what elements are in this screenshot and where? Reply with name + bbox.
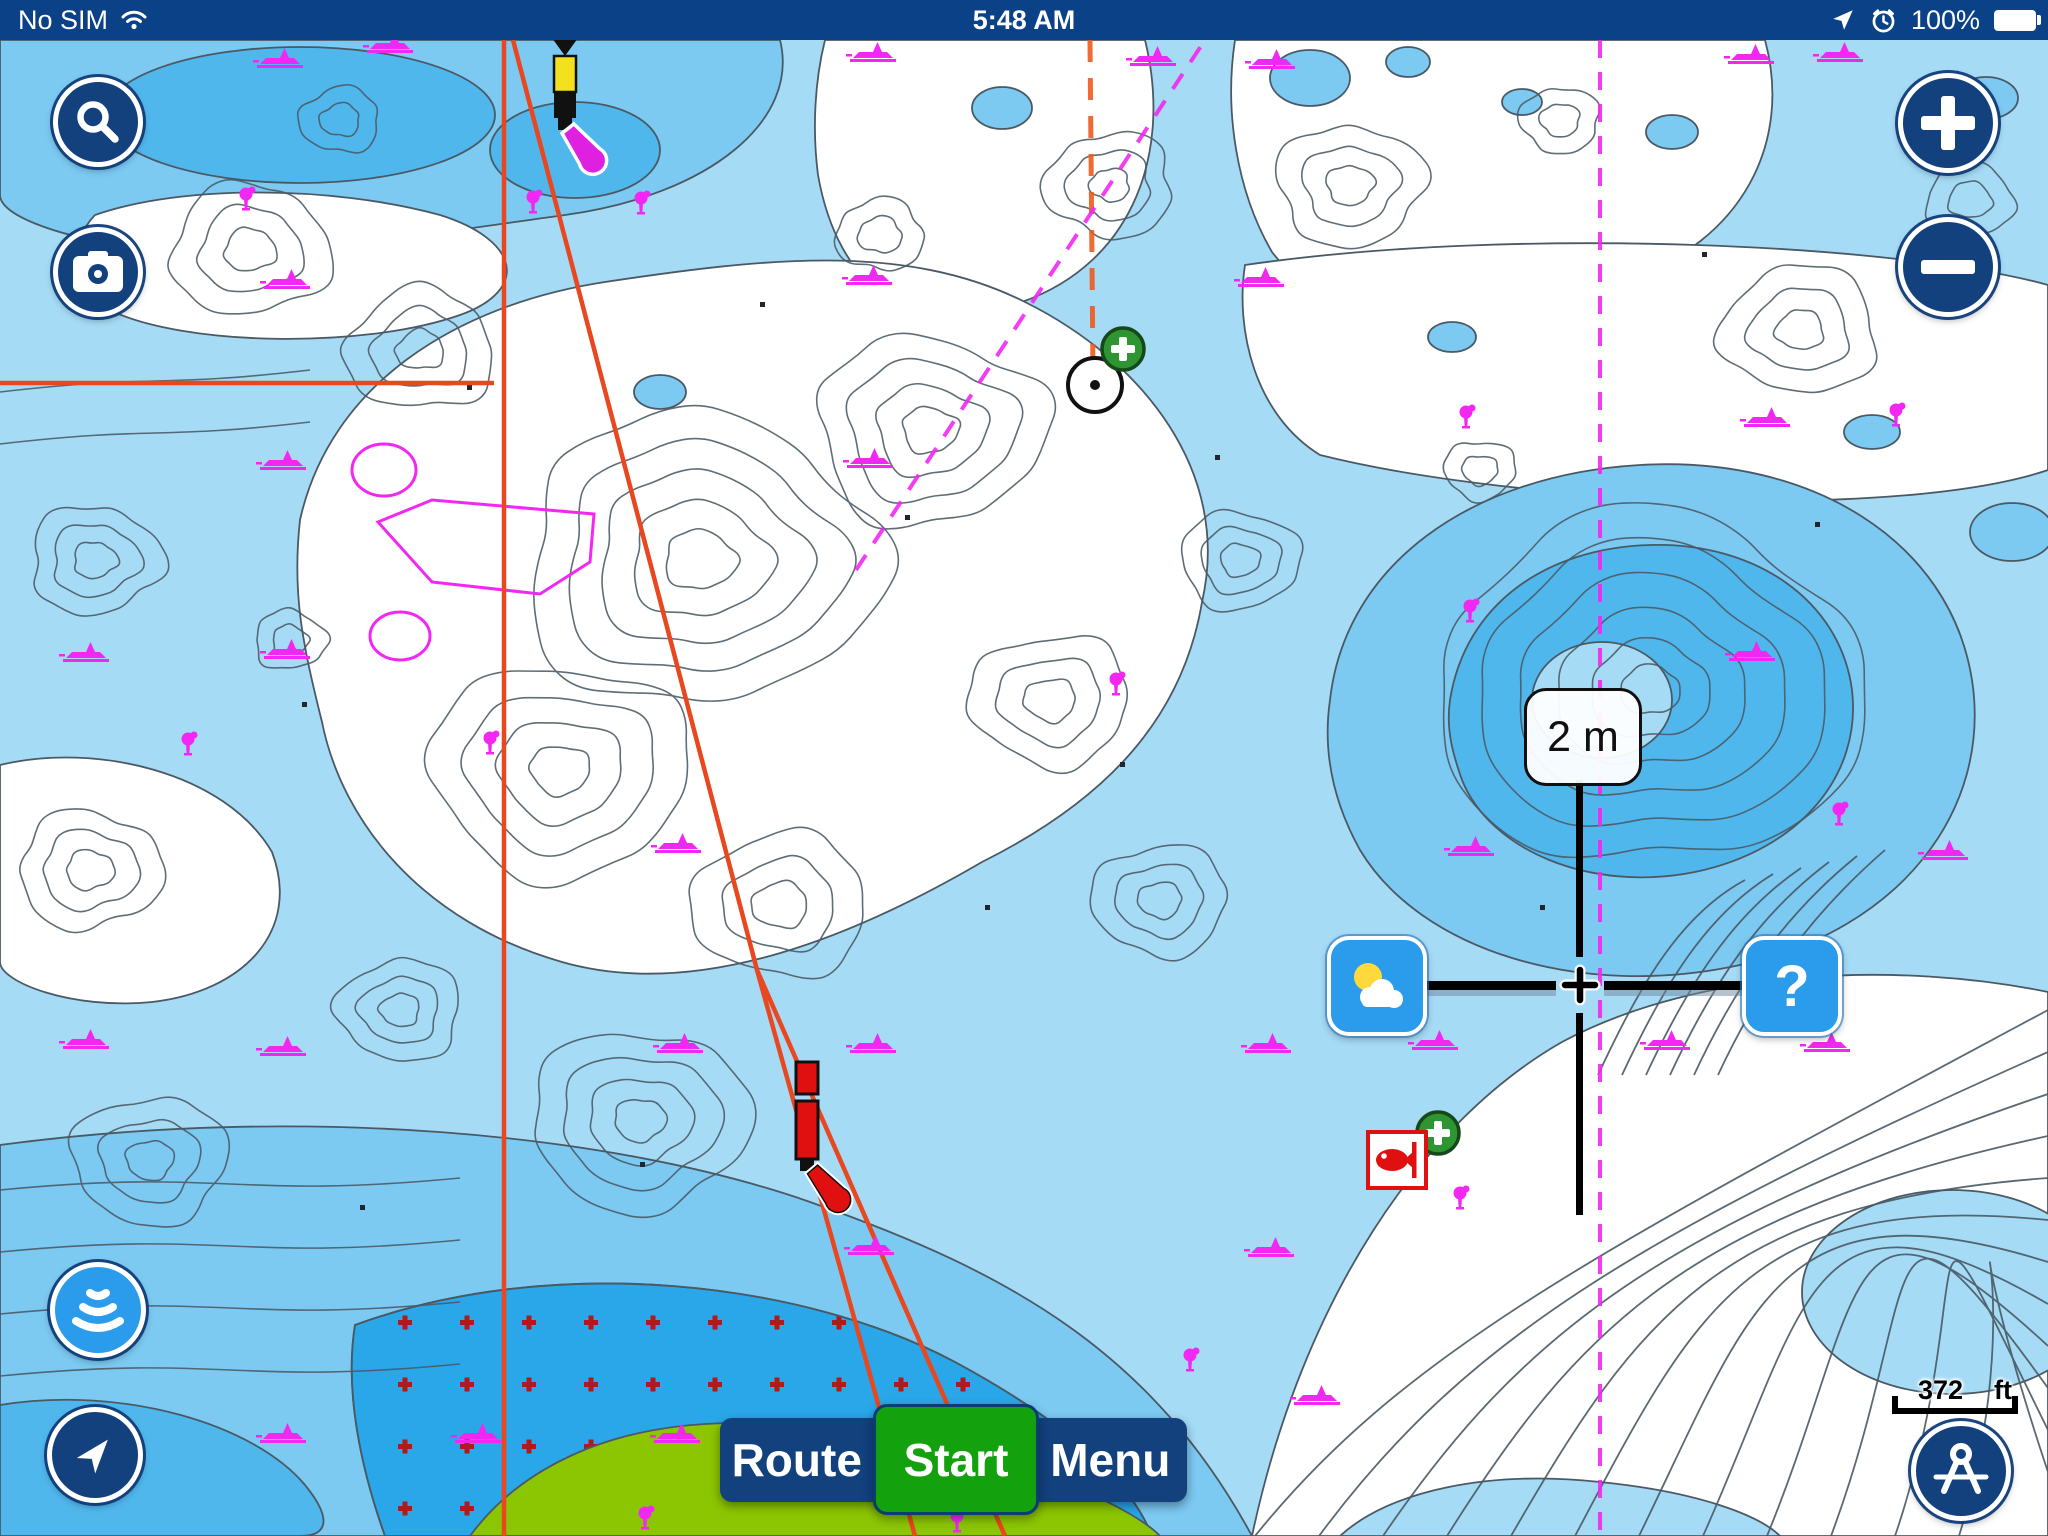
- crosshair-arm-right: [1604, 981, 1748, 990]
- clock-time: 5:48 AM: [0, 5, 2048, 36]
- measure-distance-button[interactable]: [1911, 1421, 2011, 1521]
- navionics-app-screen: No SIM 5:48 AM 100%: [0, 0, 2048, 1536]
- start-navigation-button[interactable]: Start: [873, 1404, 1039, 1515]
- map-scale-bar: 372 ft: [1892, 1376, 2018, 1414]
- route-button[interactable]: Route: [720, 1418, 874, 1502]
- search-icon: [72, 96, 124, 148]
- crosshair-vertical-top: [1576, 780, 1583, 957]
- map-cursor-crosshair[interactable]: [1558, 963, 1602, 1007]
- alarm-clock-icon: [1870, 7, 1897, 34]
- camera-icon: [71, 250, 125, 294]
- navigation-arrow-icon: [69, 1429, 121, 1481]
- location-arrow-icon: [1830, 7, 1856, 33]
- depth-readout-label: 2 m: [1524, 688, 1642, 786]
- photo-button[interactable]: [53, 227, 143, 317]
- zoom-out-button[interactable]: [1898, 217, 1998, 317]
- dividers-icon: [1931, 1441, 1991, 1501]
- sonar-button[interactable]: [50, 1262, 146, 1358]
- question-mark: ?: [1774, 953, 1809, 1020]
- nautical-chart-map[interactable]: [0, 0, 2048, 1536]
- weather-button[interactable]: [1327, 936, 1427, 1036]
- locate-me-button[interactable]: [47, 1407, 143, 1503]
- scale-value: 372: [1918, 1375, 1963, 1406]
- sun-cloud-icon: [1346, 959, 1408, 1013]
- minus-icon: [1921, 260, 1975, 274]
- status-bar: No SIM 5:48 AM 100%: [0, 0, 2048, 40]
- battery-icon: [1994, 10, 2036, 31]
- scale-unit: ft: [1994, 1375, 2012, 1406]
- fishing-spot-marker[interactable]: [1368, 1132, 1426, 1188]
- zoom-in-button[interactable]: [1898, 73, 1998, 173]
- sonar-arcs-icon: [66, 1283, 130, 1337]
- crosshair-vertical-bottom: [1576, 1013, 1583, 1215]
- search-button[interactable]: [53, 77, 143, 167]
- crosshair-arm-left: [1412, 981, 1556, 990]
- menu-button[interactable]: Menu: [1034, 1418, 1188, 1502]
- battery-percent-label: 100%: [1911, 5, 1980, 36]
- add-marker-badge[interactable]: [1102, 328, 1144, 370]
- help-button[interactable]: ?: [1742, 936, 1842, 1036]
